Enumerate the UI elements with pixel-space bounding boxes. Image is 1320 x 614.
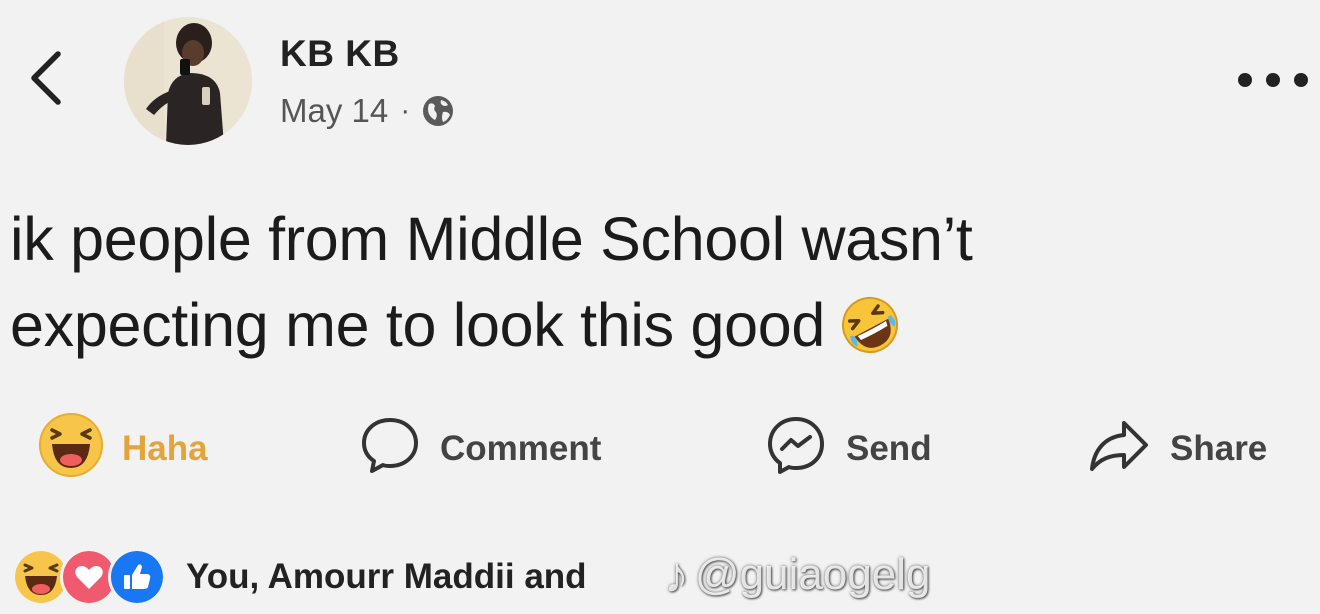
post-text-line-2-text: expecting me to look this good [10, 291, 826, 359]
meta-separator: · [400, 94, 411, 127]
comment-label: Comment [440, 429, 602, 468]
tiktok-watermark: ♪ @guiaogelg [664, 540, 931, 610]
share-label: Share [1170, 429, 1268, 468]
post-date[interactable]: May 14 [280, 92, 388, 130]
globe-icon [420, 93, 456, 129]
avatar[interactable] [124, 17, 252, 145]
post-text-line-1: ik people from Middle School wasn’t [10, 205, 973, 273]
reaction-icons [12, 548, 166, 606]
back-chevron-icon[interactable] [22, 48, 72, 108]
comment-button[interactable]: Comment [358, 414, 601, 484]
author-name[interactable]: KB KB [280, 33, 400, 75]
send-button[interactable]: Send [764, 414, 932, 484]
haha-reaction-button[interactable]: Haha [38, 412, 208, 487]
send-label: Send [846, 429, 932, 468]
share-arrow-icon [1086, 415, 1152, 484]
like-reaction-icon [108, 548, 166, 606]
post-text-line-2: expecting me to look this good [10, 282, 1230, 368]
more-options-icon[interactable] [1238, 62, 1308, 98]
reactions-summary[interactable]: You, Amourr Maddii and [12, 544, 587, 610]
watermark-handle: @guiaogelg [695, 550, 931, 599]
post-meta: May 14 · [280, 88, 456, 134]
comment-icon [358, 413, 422, 486]
post-text: ik people from Middle School wasn’t expe… [10, 196, 1230, 368]
haha-icon [38, 412, 104, 487]
haha-label: Haha [122, 429, 208, 468]
rolling-on-floor-laughing-emoji-icon [835, 290, 905, 360]
reactions-summary-text[interactable]: You, Amourr Maddii and [186, 557, 587, 597]
share-button[interactable]: Share [1086, 414, 1267, 484]
tiktok-logo-icon: ♪ [664, 547, 689, 603]
messenger-icon [764, 413, 828, 486]
